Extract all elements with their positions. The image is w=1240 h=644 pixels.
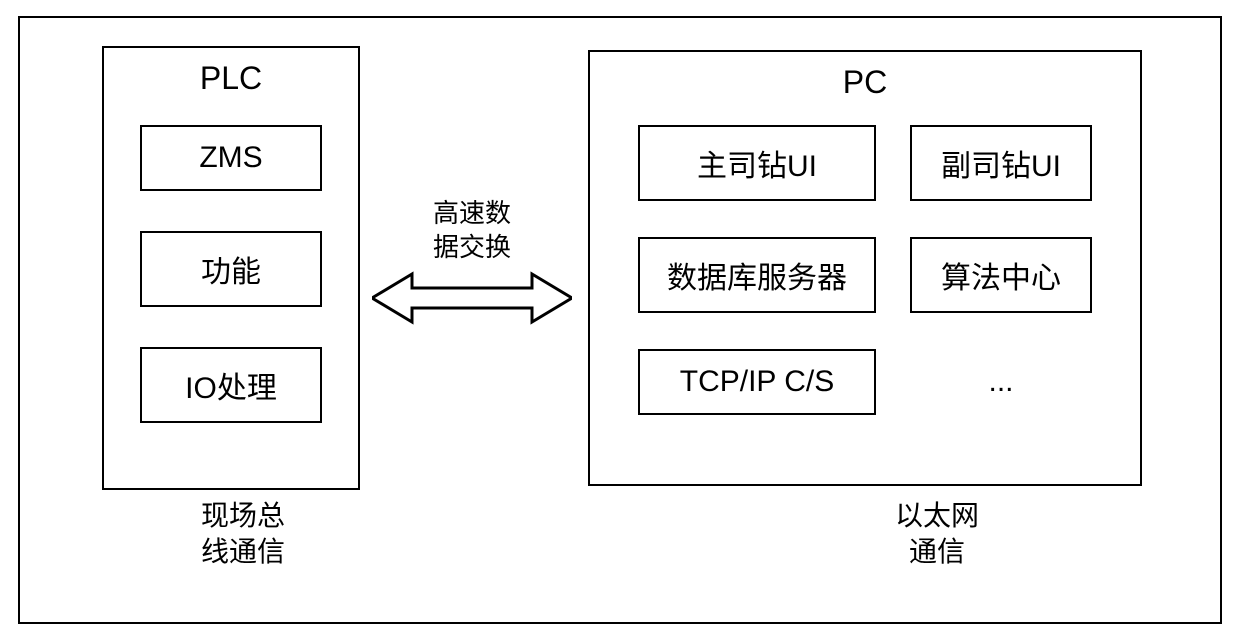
pc-box-sub-ui: 副司钻UI: [910, 125, 1092, 201]
double-arrow-icon: [372, 270, 572, 326]
pc-box-db-server: 数据库服务器: [638, 237, 876, 313]
pc-box-tcpip: TCP/IP C/S: [638, 349, 876, 415]
pc-footer-label: 以太网通信: [872, 498, 1002, 570]
pc-ellipsis: ...: [910, 365, 1092, 399]
pc-row: 主司钻UI 副司钻UI: [638, 125, 1092, 201]
plc-box-func: 功能: [140, 231, 322, 307]
pc-panel: PC 主司钻UI 副司钻UI 数据库服务器 算法中心 TCP/IP C/S ..…: [588, 50, 1142, 486]
plc-body: ZMS 功能 IO处理: [104, 105, 358, 423]
plc-title: PLC: [104, 48, 358, 105]
pc-box-main-ui: 主司钻UI: [638, 125, 876, 201]
plc-box-zms: ZMS: [140, 125, 322, 191]
plc-panel: PLC ZMS 功能 IO处理: [102, 46, 360, 490]
pc-row: 数据库服务器 算法中心: [638, 237, 1092, 313]
diagram-frame: PLC ZMS 功能 IO处理 高速数据交换 PC 主司钻UI 副司钻UI 数据…: [18, 16, 1222, 624]
plc-box-io: IO处理: [140, 347, 322, 423]
pc-title: PC: [590, 52, 1140, 109]
pc-body: 主司钻UI 副司钻UI 数据库服务器 算法中心 TCP/IP C/S ...: [590, 109, 1140, 415]
pc-row: TCP/IP C/S ...: [638, 349, 1092, 415]
pc-box-algo: 算法中心: [910, 237, 1092, 313]
exchange-link: 高速数据交换: [372, 196, 572, 326]
plc-footer-label: 现场总线通信: [178, 498, 308, 570]
exchange-label: 高速数据交换: [372, 196, 572, 264]
